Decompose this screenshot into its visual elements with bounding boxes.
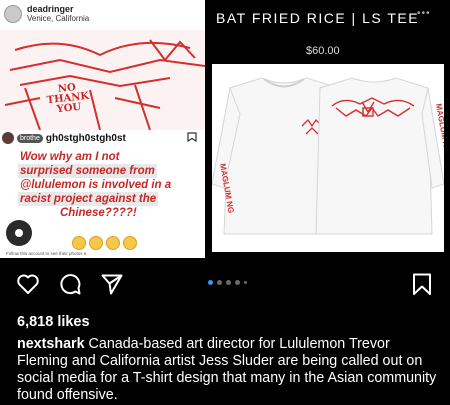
product-title: BAT FRIED RICE | LS TEE: [216, 10, 420, 26]
comment-icon[interactable]: [58, 272, 82, 296]
share-icon[interactable]: [100, 272, 124, 296]
comment-line: Wow why am I not: [18, 150, 122, 164]
product-photo: MAGLUM NG MAGLUM NG: [211, 64, 450, 252]
private-account-icon: [6, 220, 32, 246]
emoji-icon: [72, 236, 86, 250]
comment-handle: brothe: [17, 133, 43, 143]
product-price: $60.00: [306, 45, 340, 57]
emoji-icon: [89, 236, 103, 250]
comment-name: gh0stgh0stgh0st: [45, 132, 126, 144]
post-caption: nextshark Canada-based art director for …: [17, 336, 443, 404]
emoji-icon: [123, 236, 137, 250]
bat-box-drawing: [4, 39, 205, 130]
post-image[interactable]: deadringer Venice, California NO THANK Y…: [0, 0, 450, 258]
comment-line: Chinese????!: [58, 206, 139, 220]
emoji-row: [72, 236, 137, 250]
left-screenshot: deadringer Venice, California NO THANK Y…: [0, 0, 205, 258]
comment-line: surprised someone from: [18, 164, 157, 178]
avatar: [4, 5, 22, 23]
heart-icon[interactable]: [16, 272, 40, 296]
flag-icon: [187, 132, 197, 143]
like-count[interactable]: 6,818 likes: [17, 314, 90, 330]
carousel-dot: [217, 280, 222, 285]
comment-line: racist project against the: [18, 192, 159, 206]
carousel-dot-active: [208, 280, 213, 285]
comment-line: @lululemon is involved in a: [18, 178, 174, 192]
embedded-location: Venice, California: [27, 14, 90, 23]
shirt-illustration: MAGLUM NG MAGLUM NG: [211, 77, 450, 235]
comment-avatar: [2, 132, 14, 144]
carousel-dot: [226, 280, 231, 285]
follow-notice: Follow this account to see their photos …: [6, 251, 87, 256]
carousel-dot: [235, 280, 240, 285]
carousel-dot: [244, 281, 247, 284]
box-text: NO THANK YOU: [46, 82, 90, 116]
embedded-post-header: deadringer Venice, California: [0, 0, 205, 28]
caption-username[interactable]: nextshark: [17, 336, 85, 352]
bookmark-icon[interactable]: [410, 272, 434, 296]
product-screenshot: BAT FRIED RICE | LS TEE ••• $60.00 MAGLU…: [206, 0, 450, 258]
carousel-indicator: [208, 280, 247, 285]
more-icon: •••: [417, 8, 431, 19]
comment-row: brothe gh0stgh0stgh0st: [2, 131, 126, 145]
embedded-username: deadringer: [27, 4, 74, 14]
emoji-icon: [106, 236, 120, 250]
comment-caption: Wow why am I not surprised someone from …: [18, 150, 202, 220]
